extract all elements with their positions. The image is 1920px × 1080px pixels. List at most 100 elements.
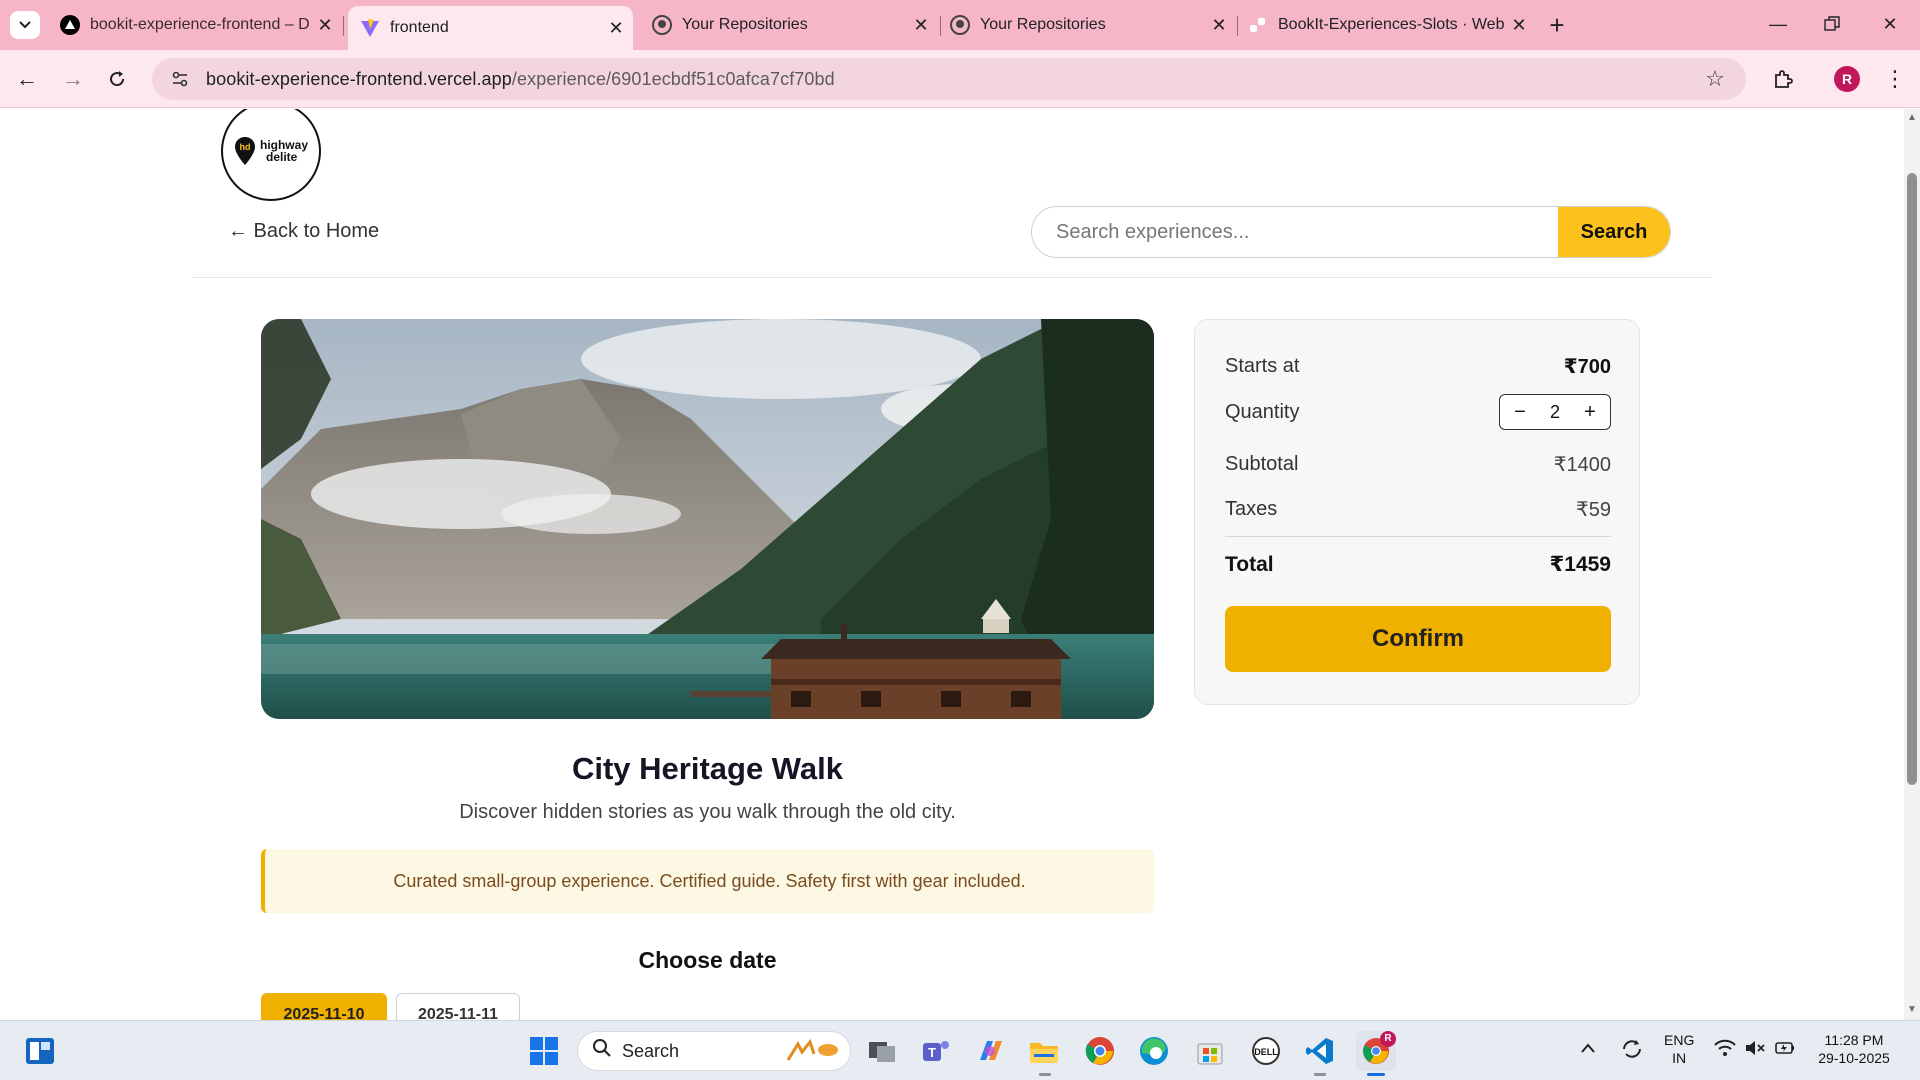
- highway-delite-logo[interactable]: hd highway delite: [221, 109, 321, 201]
- close-tab-icon[interactable]: ✕: [314, 14, 336, 36]
- tab-title: bookit-experience-frontend – D: [90, 16, 310, 33]
- back-arrow-icon[interactable]: ←: [10, 62, 44, 96]
- tab-github-repos-2[interactable]: Your Repositories ✕: [950, 6, 1230, 44]
- increase-quantity-button[interactable]: +: [1578, 400, 1602, 424]
- scroll-up-arrow-icon[interactable]: ▲: [1907, 113, 1917, 123]
- github-icon: [950, 15, 970, 35]
- confirm-button[interactable]: Confirm: [1225, 606, 1611, 672]
- experience-notice: Curated small-group experience. Certifie…: [261, 849, 1154, 913]
- url-host: bookit-experience-frontend.vercel.app: [206, 68, 512, 89]
- sync-icon[interactable]: [1620, 1037, 1644, 1065]
- url-text: bookit-experience-frontend.vercel.app/ex…: [206, 69, 835, 90]
- widgets-icon[interactable]: [20, 1031, 60, 1071]
- close-window-icon[interactable]: ✕: [1870, 8, 1910, 40]
- tab-separator: [1237, 16, 1238, 36]
- copilot-icon[interactable]: [970, 1031, 1010, 1071]
- search-bar: Search: [1031, 206, 1671, 258]
- show-hidden-icons-chevron-icon[interactable]: [1580, 1041, 1596, 1059]
- tab-github-repos-1[interactable]: Your Repositories ✕: [652, 6, 932, 44]
- date-option-selected[interactable]: 2025-11-10: [261, 993, 387, 1020]
- running-app-indicator: [1039, 1073, 1051, 1076]
- scrollbar-thumb[interactable]: [1907, 173, 1917, 785]
- starts-at-label: Starts at: [1225, 355, 1300, 377]
- clock-date: 29-10-2025: [1818, 1050, 1890, 1066]
- browser-tab-bar: bookit-experience-frontend – D ✕ fronten…: [0, 0, 1920, 50]
- logo-line-2: delite: [265, 150, 298, 164]
- scroll-down-arrow-icon[interactable]: ▼: [1907, 1005, 1917, 1015]
- site-info-icon[interactable]: [168, 67, 192, 91]
- quantity-stepper: − 2 +: [1499, 394, 1611, 430]
- search-button[interactable]: Search: [1558, 207, 1670, 257]
- kebab-menu-icon[interactable]: ⋮: [1880, 62, 1910, 96]
- teams-icon[interactable]: T: [916, 1031, 956, 1071]
- restore-icon[interactable]: [1812, 8, 1852, 40]
- github-icon: [652, 15, 672, 35]
- chrome-profile-icon[interactable]: R: [1356, 1031, 1396, 1071]
- running-app-indicator: [1314, 1073, 1326, 1076]
- windows-start-icon[interactable]: [524, 1031, 564, 1071]
- close-tab-icon[interactable]: ✕: [1208, 14, 1230, 36]
- tab-vercel[interactable]: bookit-experience-frontend – D ✕: [56, 6, 336, 44]
- taxes-row: Taxes ₹59: [1225, 497, 1611, 522]
- chrome-profile-badge: R: [1380, 1031, 1396, 1047]
- back-to-home-link[interactable]: ← Back to Home: [228, 220, 379, 243]
- starts-at-value: ₹700: [1563, 356, 1611, 378]
- close-tab-icon[interactable]: ✕: [1508, 14, 1530, 36]
- quantity-label: Quantity: [1225, 400, 1300, 423]
- search-highlight-icon: [784, 1038, 840, 1069]
- subtotal-value: ₹1400: [1553, 454, 1611, 476]
- subtotal-label: Subtotal: [1225, 453, 1299, 475]
- search-input[interactable]: [1032, 207, 1562, 257]
- page-scrollbar[interactable]: ▲ ▼: [1904, 109, 1920, 1020]
- dell-icon[interactable]: DELL: [1246, 1031, 1286, 1071]
- language-indicator[interactable]: ENG IN: [1664, 1031, 1694, 1067]
- new-tab-button[interactable]: +: [1542, 10, 1572, 40]
- extensions-puzzle-icon[interactable]: [1766, 62, 1800, 96]
- card-divider: [1225, 536, 1611, 537]
- address-bar[interactable]: bookit-experience-frontend.vercel.app/ex…: [152, 58, 1746, 100]
- profile-avatar[interactable]: R: [1834, 66, 1860, 92]
- tab-render-slots[interactable]: BookIt-Experiences-Slots · Web ✕: [1248, 6, 1530, 44]
- tab-search-dropdown-icon[interactable]: [10, 11, 40, 39]
- taskbar-search-box[interactable]: Search: [577, 1031, 851, 1071]
- wifi-icon[interactable]: [1714, 1039, 1736, 1061]
- active-app-indicator: [1367, 1073, 1385, 1076]
- close-tab-icon[interactable]: ✕: [910, 14, 932, 36]
- tab-title: Your Repositories: [682, 16, 808, 33]
- search-icon: [592, 1038, 612, 1064]
- clock[interactable]: 11:28 PM 29-10-2025: [1812, 1031, 1896, 1067]
- experience-title: City Heritage Walk: [571, 751, 844, 786]
- bookmark-star-icon[interactable]: ☆: [1702, 66, 1728, 92]
- battery-charging-icon[interactable]: [1774, 1039, 1796, 1061]
- microsoft-store-icon[interactable]: [1190, 1031, 1230, 1071]
- chrome-icon[interactable]: [1080, 1031, 1120, 1071]
- total-label: Total: [1225, 552, 1274, 576]
- edge-icon[interactable]: [1134, 1031, 1174, 1071]
- region-code: IN: [1672, 1050, 1687, 1066]
- close-tab-icon[interactable]: ✕: [605, 17, 627, 39]
- tab-title: Your Repositories: [980, 16, 1106, 33]
- url-path: /experience/6901ecbdf51c0afca7cf70bd: [511, 68, 835, 89]
- total-value: ₹1459: [1549, 553, 1611, 576]
- volume-muted-icon[interactable]: [1744, 1039, 1766, 1061]
- task-view-icon[interactable]: [862, 1031, 902, 1071]
- quantity-value: 2: [1549, 401, 1560, 422]
- tab-frontend[interactable]: frontend ✕: [348, 6, 633, 50]
- forward-arrow-icon[interactable]: →: [56, 62, 90, 96]
- minimize-icon[interactable]: —: [1758, 8, 1798, 40]
- language-code: ENG: [1664, 1032, 1695, 1048]
- date-option[interactable]: 2025-11-11: [396, 993, 520, 1020]
- browser-toolbar: ← → bookit-experience-frontend.vercel.ap…: [0, 50, 1920, 108]
- file-explorer-icon[interactable]: [1024, 1031, 1064, 1071]
- vscode-icon[interactable]: [1300, 1031, 1340, 1071]
- taskbar-search-label: Search: [622, 1040, 680, 1061]
- tab-separator: [343, 16, 344, 36]
- decrease-quantity-button[interactable]: −: [1508, 400, 1532, 424]
- location-pin-icon: hd: [234, 137, 255, 165]
- page-viewport: hd highway delite ← Back to Home Search: [0, 109, 1904, 1020]
- subtotal-row: Subtotal ₹1400: [1225, 452, 1611, 477]
- tab-title: frontend: [390, 19, 449, 36]
- reload-icon[interactable]: [100, 62, 134, 96]
- svg-text:T: T: [928, 1045, 936, 1060]
- logo-text: highway delite: [260, 139, 308, 163]
